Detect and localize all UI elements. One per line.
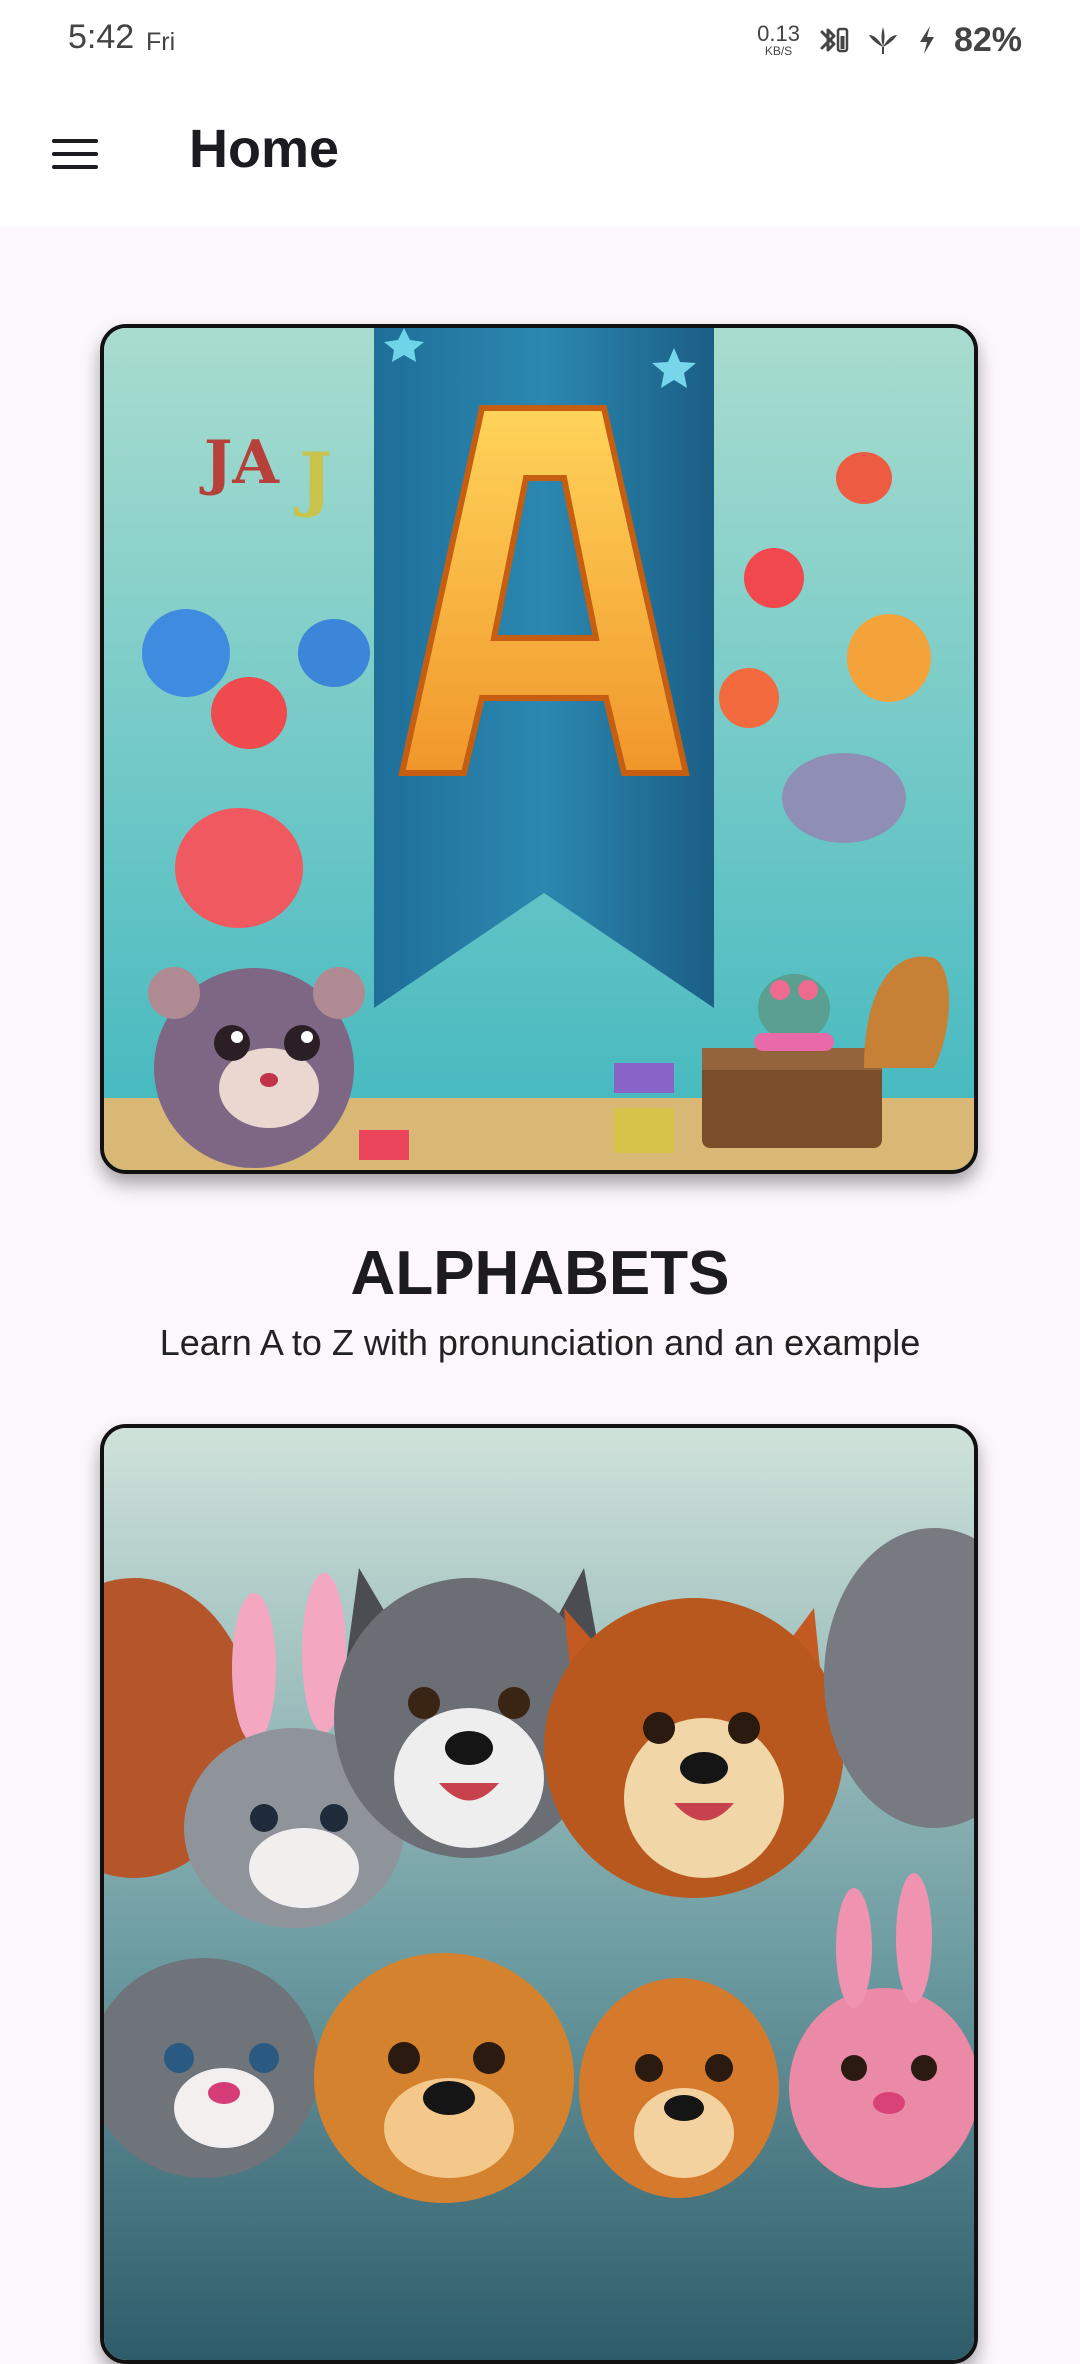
cartoon-animals-illustration: [104, 1428, 974, 2360]
status-bar: 5:42 Fri 0.13 KB/S 82%: [0, 0, 1080, 80]
page-title: Home: [189, 119, 340, 179]
network-speed-value: 0.13: [757, 21, 800, 46]
alphabets-title[interactable]: ALPHABETS: [0, 1238, 1080, 1309]
hamburger-menu-icon: [52, 139, 98, 169]
app-bar: Home: [0, 80, 1080, 226]
alphabets-description: Learn A to Z with pronunciation and an e…: [159, 1322, 921, 1363]
network-speed: 0.13 KB/S: [757, 21, 800, 58]
leaf-icon: [866, 23, 900, 57]
alphabets-card-image[interactable]: JA J: [100, 324, 978, 1174]
status-time: 5:42: [68, 18, 135, 56]
charging-icon: [916, 23, 938, 57]
svg-text:J: J: [293, 437, 332, 520]
status-day: Fri: [146, 28, 176, 56]
animals-card-image[interactable]: [100, 1424, 978, 2364]
network-speed-unit: KB/S: [764, 44, 793, 58]
status-icons: 0.13 KB/S 82%: [757, 14, 1022, 66]
alphabet-letter-a-illustration: JA J: [104, 328, 974, 1170]
menu-button[interactable]: [40, 124, 110, 184]
battery-percentage: 82%: [953, 20, 1022, 59]
bluetooth-battery-icon: [816, 23, 850, 57]
svg-text:JA: JA: [199, 428, 280, 498]
